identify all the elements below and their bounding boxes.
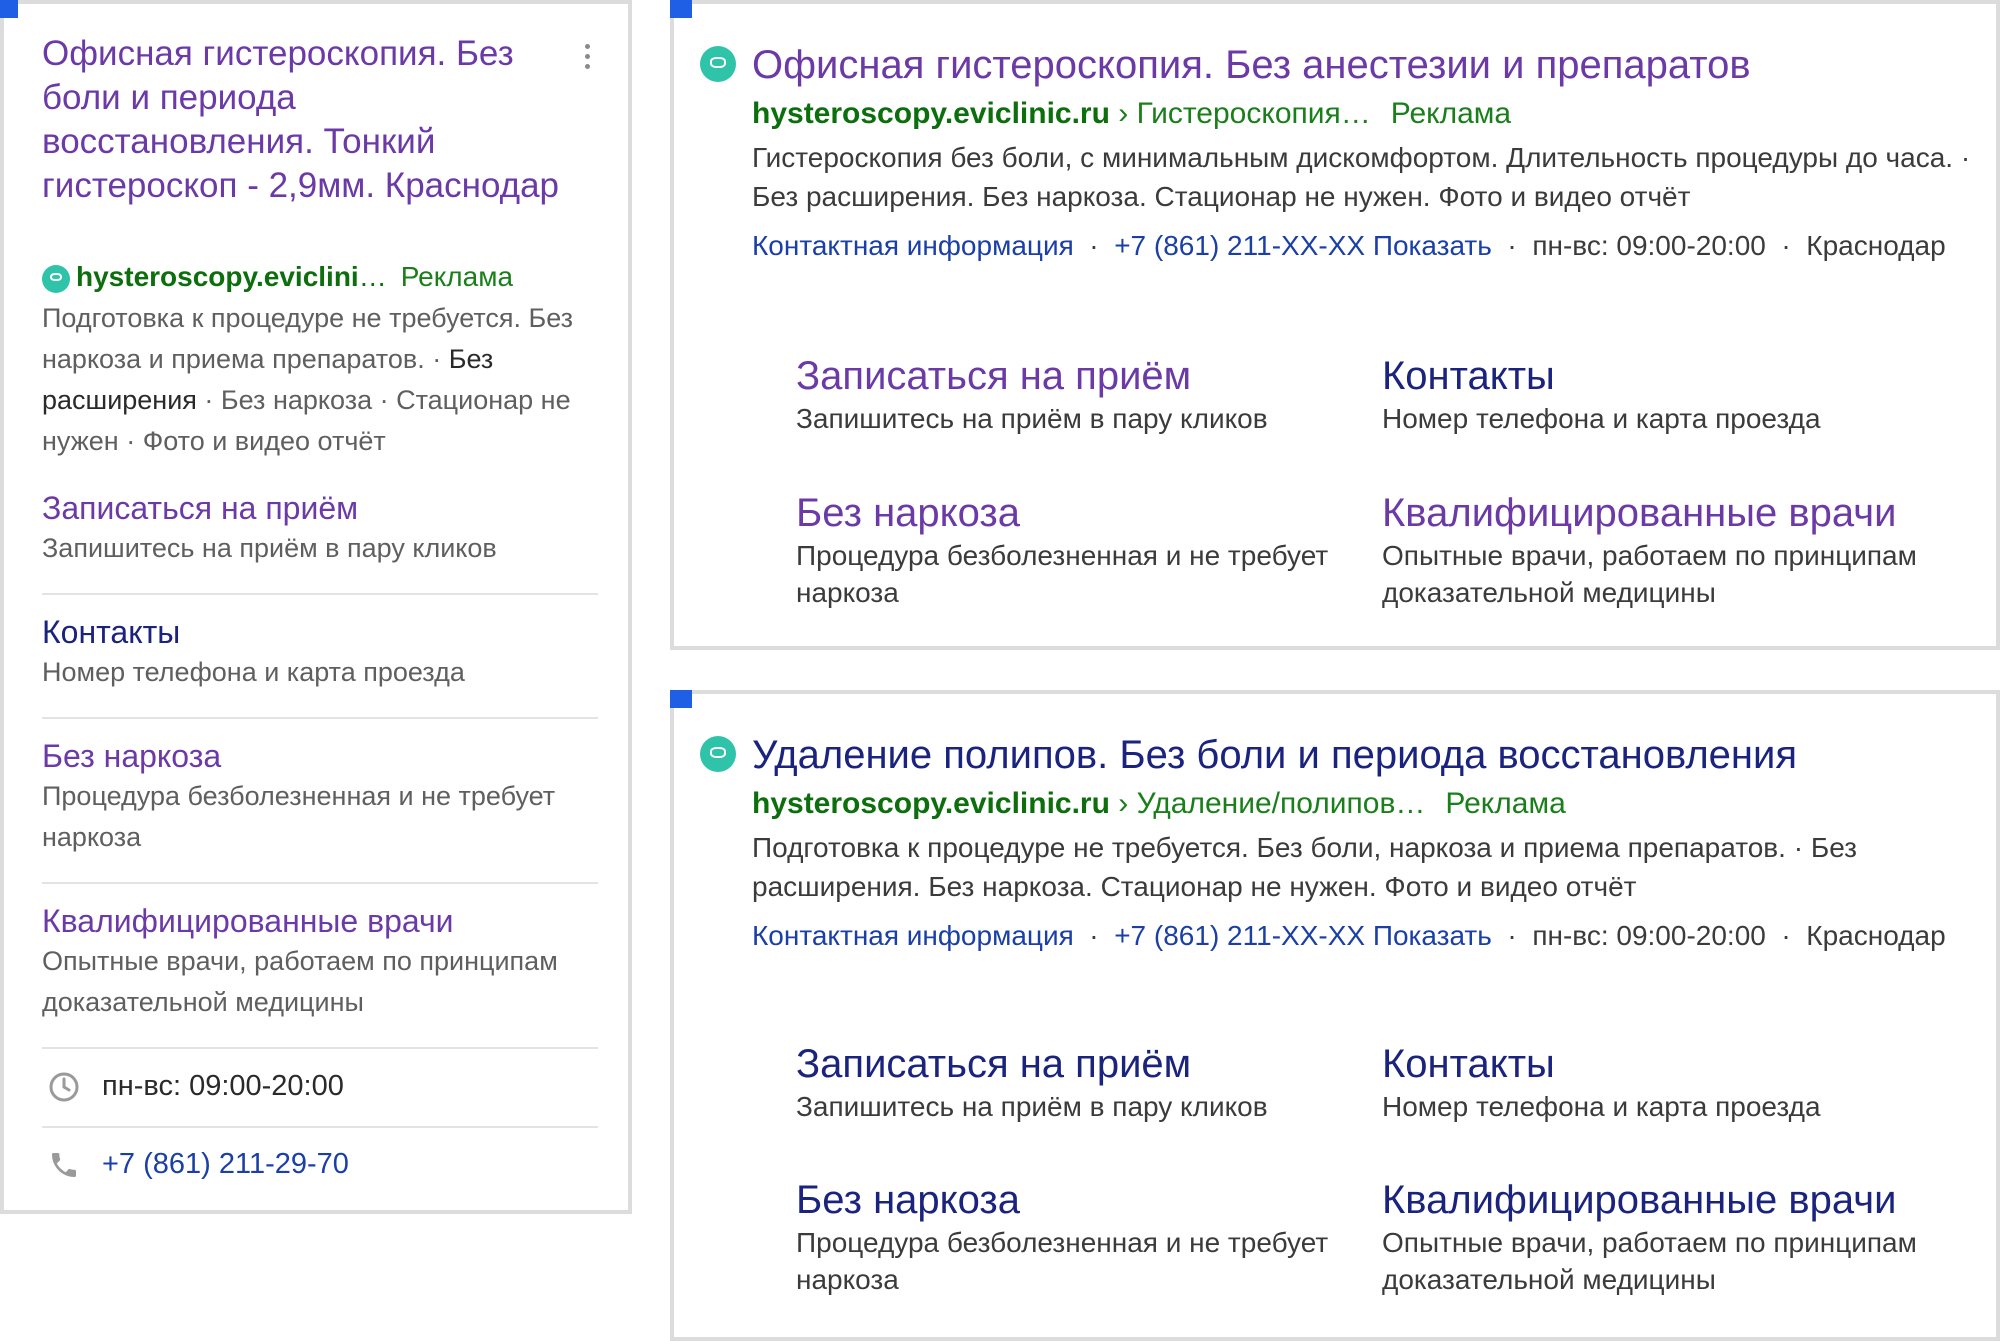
- ad-url-row: hysteroscopy.eviclini… Реклама: [42, 260, 513, 294]
- sitelink-description: Процедура безболезненная и не требует на…: [42, 781, 556, 852]
- divider: [42, 1047, 598, 1049]
- sitelink-doctors[interactable]: Квалифицированные врачи Опытные врачи, р…: [42, 901, 598, 1023]
- sitelink-title[interactable]: Записаться на приём: [796, 352, 1356, 400]
- sitelink-no-anesthesia[interactable]: Без наркоза Процедура безболезненная и н…: [42, 736, 598, 858]
- sitelink-no-anesthesia[interactable]: Без наркоза Процедура безболезненная и н…: [796, 489, 1356, 611]
- clinic-favicon-icon: [700, 46, 736, 82]
- sitelink-title[interactable]: Без наркоза: [42, 736, 598, 776]
- sitelink-description: Опытные врачи, работаем по принципам док…: [42, 946, 558, 1017]
- corner-marker: [670, 690, 692, 708]
- corner-marker: [0, 0, 18, 18]
- sitelink-contacts[interactable]: Контакты Номер телефона и карта проезда: [42, 612, 598, 693]
- city: Краснодар: [1806, 920, 1946, 951]
- sitelink-title[interactable]: Без наркоза: [796, 1176, 1356, 1224]
- working-hours-row: пн-вс: 09:00-20:00: [48, 1068, 344, 1104]
- working-hours: пн-вс: 09:00-20:00: [1532, 230, 1766, 261]
- ad-title-link[interactable]: Офисная гистероскопия. Без боли и период…: [42, 32, 562, 208]
- sitelink-title[interactable]: Записаться на приём: [42, 488, 598, 528]
- divider: [42, 1126, 598, 1128]
- ad-domain-link[interactable]: hysteroscopy.eviclinic.ru: [752, 787, 1110, 820]
- ad-description: Гистероскопия без боли, с минимальным ди…: [752, 142, 1971, 212]
- sitelink-description: Опытные врачи, работаем по принципам док…: [1382, 540, 1917, 608]
- contact-line: Контактная информация · +7 (861) 211-XX-…: [752, 230, 1946, 261]
- sitelink-appointment[interactable]: Записаться на приём Запишитесь на приём …: [42, 488, 598, 569]
- sitelink-title[interactable]: Квалифицированные врачи: [1382, 489, 1942, 537]
- ad-description-dot: ·: [424, 344, 449, 374]
- ad-path-link[interactable]: › Гистероскопия…: [1110, 97, 1371, 130]
- desktop-ad-card: Удаление полипов. Без боли и периода вос…: [670, 690, 2000, 1341]
- sitelink-title[interactable]: Квалифицированные врачи: [42, 901, 598, 941]
- contact-line: Контактная информация · +7 (861) 211-XX-…: [752, 920, 1946, 951]
- sitelink-appointment[interactable]: Записаться на приём Запишитесь на приём …: [796, 352, 1356, 437]
- working-hours: пн-вс: 09:00-20:00: [1532, 920, 1766, 951]
- ad-description: Подготовка к процедуре не требуется. Без…: [752, 832, 1857, 902]
- sitelink-description: Опытные врачи, работаем по принципам док…: [1382, 1227, 1917, 1295]
- sitelink-contacts[interactable]: Контакты Номер телефона и карта проезда: [1382, 352, 1942, 437]
- sitelink-title[interactable]: Без наркоза: [796, 489, 1356, 537]
- ad-path-link[interactable]: › Удаление/полипов…: [1110, 787, 1425, 820]
- sitelink-description: Процедура безболезненная и не требует на…: [796, 540, 1329, 608]
- sitelink-description: Номер телефона и карта проезда: [1382, 1091, 1821, 1122]
- phone-icon: [52, 1153, 76, 1178]
- sitelink-description: Запишитесь на приём в пару кликов: [796, 403, 1268, 434]
- ad-url-row: hysteroscopy.eviclinic.ru › Гистероскопи…: [752, 96, 1511, 132]
- ad-title-link[interactable]: Удаление полипов. Без боли и периода вос…: [752, 730, 1797, 780]
- ad-label: Реклама: [1390, 97, 1512, 130]
- sitelink-description: Запишитесь на приём в пару кликов: [42, 533, 497, 563]
- phone-number-link[interactable]: +7 (861) 211-29-70: [102, 1148, 349, 1180]
- kebab-menu-icon[interactable]: [584, 44, 592, 72]
- mobile-ad-card: Офисная гистероскопия. Без боли и период…: [0, 0, 632, 1214]
- sitelink-appointment[interactable]: Записаться на приём Запишитесь на приём …: [796, 1040, 1356, 1125]
- desktop-ad-card: Офисная гистероскопия. Без анестезии и п…: [670, 0, 2000, 650]
- city: Краснодар: [1806, 230, 1946, 261]
- ad-title-link[interactable]: Офисная гистероскопия. Без анестезии и п…: [752, 40, 1751, 90]
- ad-description-part: Подготовка к процедуре не требуется. Без…: [42, 303, 574, 374]
- clock-icon: [49, 1072, 79, 1102]
- corner-marker: [670, 0, 692, 18]
- sitelink-title[interactable]: Контакты: [1382, 1040, 1942, 1088]
- sitelink-doctors[interactable]: Квалифицированные врачи Опытные врачи, р…: [1382, 489, 1942, 611]
- sitelink-description: Запишитесь на приём в пару кликов: [796, 1091, 1268, 1122]
- contact-info-link[interactable]: Контактная информация: [752, 230, 1074, 261]
- ad-url-row: hysteroscopy.eviclinic.ru › Удаление/пол…: [752, 786, 1566, 822]
- sitelink-description: Процедура безболезненная и не требует на…: [796, 1227, 1329, 1295]
- phone-show-link[interactable]: +7 (861) 211-XX-XX Показать: [1114, 920, 1492, 951]
- sitelink-contacts[interactable]: Контакты Номер телефона и карта проезда: [1382, 1040, 1942, 1125]
- ad-label: Реклама: [1445, 787, 1566, 820]
- working-hours: пн-вс: 09:00-20:00: [102, 1070, 344, 1102]
- sitelink-title[interactable]: Контакты: [1382, 352, 1942, 400]
- divider: [42, 882, 598, 884]
- sitelink-description: Номер телефона и карта проезда: [42, 657, 465, 687]
- sitelink-no-anesthesia[interactable]: Без наркоза Процедура безболезненная и н…: [796, 1176, 1356, 1298]
- domain-ellipsis: …: [358, 261, 387, 292]
- sitelink-title[interactable]: Контакты: [42, 612, 598, 652]
- divider: [42, 593, 598, 595]
- ad-domain-link[interactable]: hysteroscopy.eviclinic.ru: [752, 97, 1110, 130]
- clinic-favicon-icon: [700, 736, 736, 772]
- clinic-favicon-icon: [42, 264, 70, 293]
- sitelink-title[interactable]: Записаться на приём: [796, 1040, 1356, 1088]
- divider: [42, 717, 598, 719]
- ad-description: Подготовка к процедуре не требуется. Без…: [42, 298, 602, 462]
- sitelink-doctors[interactable]: Квалифицированные врачи Опытные врачи, р…: [1382, 1176, 1942, 1298]
- ad-label: Реклама: [400, 261, 514, 292]
- sitelink-description: Номер телефона и карта проезда: [1382, 403, 1821, 434]
- sitelink-title[interactable]: Квалифицированные врачи: [1382, 1176, 1942, 1224]
- ad-domain-link[interactable]: hysteroscopy.eviclini: [76, 261, 359, 292]
- phone-row[interactable]: +7 (861) 211-29-70: [48, 1146, 349, 1182]
- contact-info-link[interactable]: Контактная информация: [752, 920, 1074, 951]
- phone-show-link[interactable]: +7 (861) 211-XX-XX Показать: [1114, 230, 1492, 261]
